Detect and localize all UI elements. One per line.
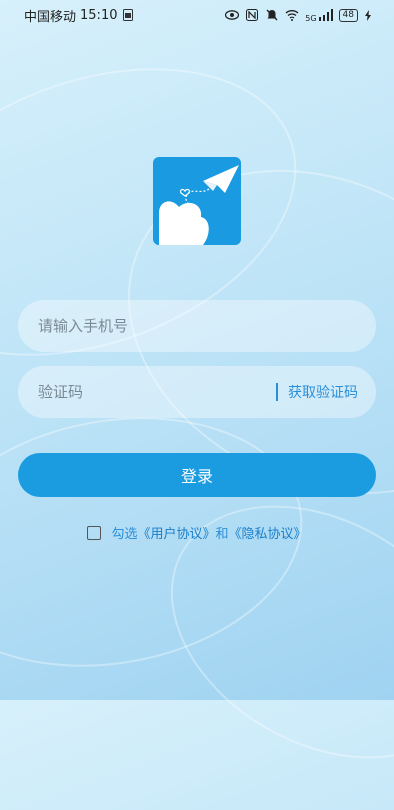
signal-icon — [318, 9, 333, 21]
carrier-label: 中国移动 — [24, 9, 77, 25]
mute-icon — [265, 9, 279, 21]
paper-plane-cloud-logo-icon — [159, 165, 239, 245]
agreement-prefix: 勾选 — [111, 527, 138, 542]
status-bar: 中国移动 15:10 5G 48 — [0, 0, 394, 30]
battery-level: 48 — [338, 8, 358, 22]
phone-field — [18, 299, 376, 353]
login-button[interactable]: 登录 — [18, 453, 376, 497]
charging-icon — [364, 9, 372, 21]
nfc-icon — [245, 9, 259, 21]
code-input[interactable] — [36, 365, 276, 419]
user-agreement-link[interactable]: 《用户协议》 — [137, 523, 215, 542]
field-divider — [276, 383, 278, 401]
code-field: 获取验证码 — [18, 365, 376, 419]
phone-input[interactable] — [36, 299, 358, 353]
eye-icon — [225, 9, 240, 21]
sim-icon — [121, 9, 135, 21]
app-logo — [153, 157, 241, 245]
privacy-agreement-link[interactable]: 《隐私协议》 — [229, 523, 307, 542]
wifi-icon — [285, 9, 299, 21]
agreement-checkbox[interactable] — [87, 525, 102, 540]
clock: 15:10 — [80, 7, 118, 23]
get-code-button[interactable]: 获取验证码 — [288, 382, 358, 402]
agreement-and: 和 — [215, 527, 229, 542]
agreement-row: 勾选 《用户协议》 和 《隐私协议》 — [0, 523, 394, 542]
network-label: 5G — [305, 13, 317, 23]
